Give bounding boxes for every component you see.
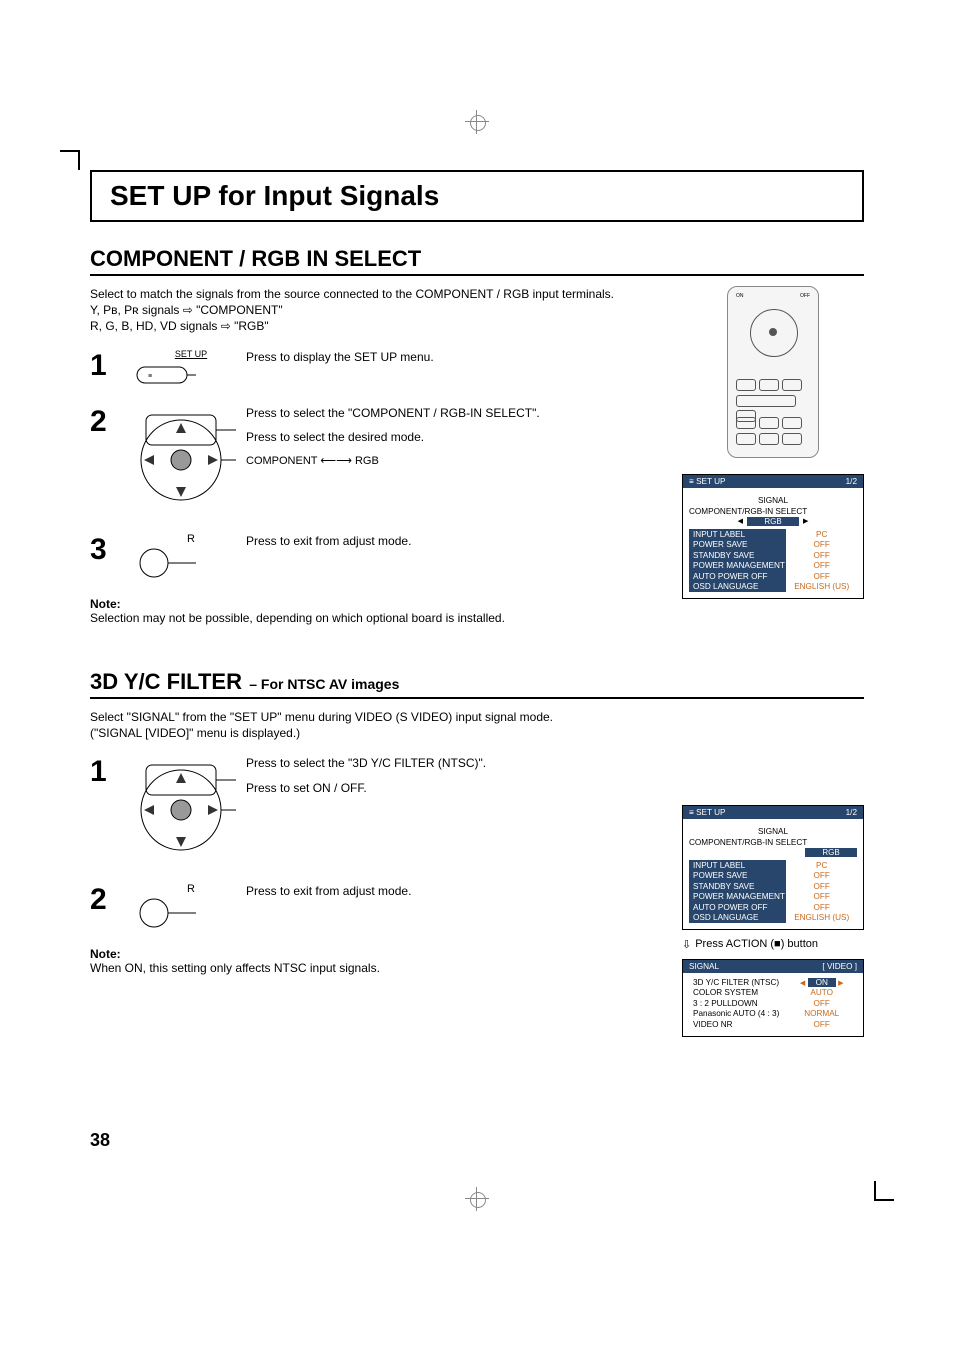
down-arrow-icon: ⇩ bbox=[682, 938, 691, 951]
action-note: ⇩ Press ACTION (■) button bbox=[682, 938, 864, 951]
left-arrow-icon: ◀ bbox=[800, 980, 805, 987]
section1-heading: COMPONENT / RGB IN SELECT bbox=[90, 246, 864, 276]
osd-setup-panel-2: ≡ SET UP 1/2 SIGNAL COMPONENT/RGB-IN SEL… bbox=[682, 805, 864, 930]
register-mark-icon bbox=[465, 110, 489, 134]
dpad-illustration bbox=[136, 405, 246, 515]
right-column: ON OFF ≡ SET UP 1/2 SIGNAL COMPONENT/RGB… bbox=[682, 286, 864, 599]
osd-select-row: ◀ RGB ▶ bbox=[689, 517, 857, 526]
right-arrow-icon: ▶ bbox=[838, 980, 843, 987]
osd-page: 1/2 bbox=[846, 477, 857, 486]
right-column-2: ≡ SET UP 1/2 SIGNAL COMPONENT/RGB-IN SEL… bbox=[682, 805, 864, 1037]
osd-signal-panel: SIGNAL [ VIDEO ] 3D Y/C FILTER (NTSC) ◀ … bbox=[682, 959, 864, 1037]
osd-table: INPUT LABELPC POWER SAVEOFF STANDBY SAVE… bbox=[689, 529, 857, 592]
register-mark-icon bbox=[465, 1187, 489, 1211]
label-off: OFF bbox=[800, 293, 810, 299]
osd-title: ≡ SET UP bbox=[689, 477, 726, 486]
setup-button-illustration: SET UP ≡ bbox=[136, 349, 246, 387]
section2-heading: 3D Y/C FILTER – For NTSC AV images bbox=[90, 669, 864, 699]
osd-select-value: RGB bbox=[747, 517, 799, 526]
osd-setup-panel: ≡ SET UP 1/2 SIGNAL COMPONENT/RGB-IN SEL… bbox=[682, 474, 864, 599]
section2-intro: Select "SIGNAL" from the "SET UP" menu d… bbox=[90, 709, 864, 741]
left-arrow-icon: ◀ bbox=[738, 518, 743, 526]
page-title: SET UP for Input Signals bbox=[110, 180, 844, 212]
svg-text:≡: ≡ bbox=[148, 373, 152, 380]
osd-select-label: COMPONENT/RGB-IN SELECT bbox=[689, 507, 857, 516]
r-button-illustration: R bbox=[136, 883, 246, 929]
crop-mark-icon bbox=[874, 1157, 918, 1201]
page-title-box: SET UP for Input Signals bbox=[90, 170, 864, 222]
r-button-illustration: R bbox=[136, 533, 246, 579]
page-number: 38 bbox=[90, 1130, 110, 1151]
manual-page: SET UP for Input Signals ON OFF ≡ SET UP… bbox=[0, 0, 954, 1351]
dpad-illustration bbox=[136, 755, 246, 865]
right-arrow-icon: ▶ bbox=[803, 518, 808, 526]
section1-note: Note: Selection may not be possible, dep… bbox=[90, 597, 864, 625]
crop-mark-icon bbox=[36, 150, 80, 194]
osd-signal-hdr: SIGNAL bbox=[689, 496, 857, 505]
osd-row-selected: 3D Y/C FILTER (NTSC) ◀ ON ▶ bbox=[689, 977, 857, 987]
remote-diagram-icon: ON OFF bbox=[727, 286, 819, 458]
label-on: ON bbox=[736, 293, 744, 299]
